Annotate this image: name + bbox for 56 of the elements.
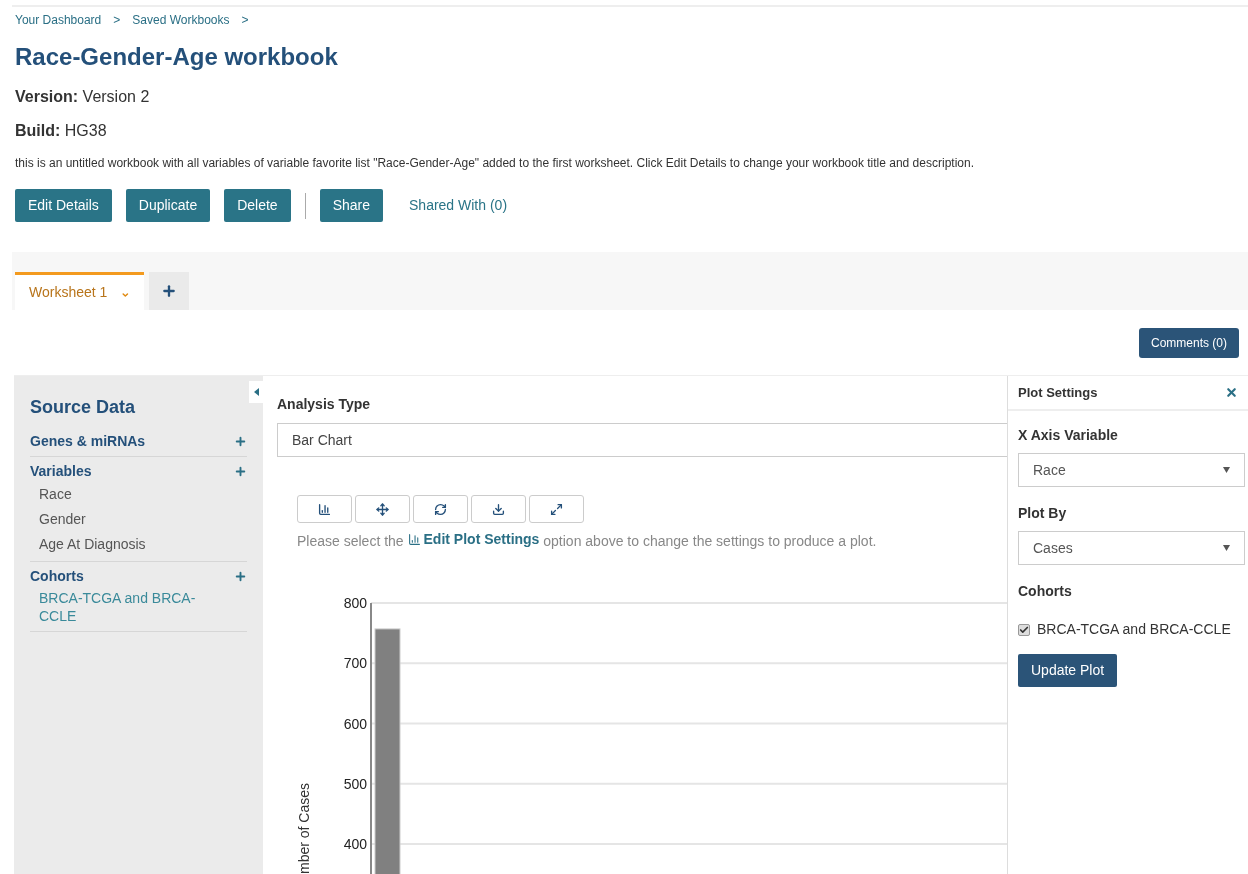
analysis-type-field[interactable]: Bar Chart [277,423,1007,457]
source-item[interactable]: Age At Diagnosis [30,532,247,557]
move-icon[interactable] [355,495,410,523]
add-tab-button[interactable] [149,272,189,310]
plus-icon [161,283,177,299]
workbook-title: Race-Gender-Age workbook [15,42,339,72]
add-icon[interactable] [234,570,247,583]
worksheet-tab[interactable]: Worksheet 1 [15,272,144,310]
plot-hint: Please select the Edit Plot Settings option above to change the settings to produce a plot. [297,529,878,552]
panel-title: Source Data [30,396,137,419]
meta-line: Build: HG38 [15,121,108,141]
close-icon[interactable] [1225,386,1238,399]
workbook-description: this is an untitled workbook with all variables of variable favorite list "Race-Gender-Age" added to the first worksheet. Click Edit Details to change your workbook title and description. [15,155,975,172]
breadcrumb-link[interactable]: Your Dashboard [15,11,102,29]
field-label: Cohorts [1018,582,1073,601]
breadcrumb-separator: > [241,12,249,29]
download-icon[interactable] [471,495,526,523]
breadcrumb-link[interactable]: Saved Workbooks [132,11,230,29]
y-axis-label: mber of Cases [296,782,312,874]
field-label: Analysis Type [277,395,372,414]
x-axis-select[interactable]: Race [1018,453,1245,487]
source-item[interactable]: Gender [30,507,247,532]
cohort-label: BRCA-TCGA and BRCA-CCLE [1037,620,1231,639]
y-tick-label: 600 [343,715,367,732]
edit-plot-settings-link[interactable]: Edit Plot Settings [407,529,540,550]
meta-line: Version: Version 2 [15,87,151,107]
action-button[interactable]: Share [319,189,383,222]
source-item[interactable]: Race [30,482,247,507]
cohort-checkbox[interactable] [1018,623,1030,636]
add-icon[interactable] [234,465,247,478]
bar-chart-icon [407,533,421,546]
update-plot-button[interactable]: Update Plot [1018,654,1118,687]
y-tick-label: 400 [343,836,367,853]
comments-button[interactable]: Comments (0) [1139,327,1239,358]
source-item[interactable]: BRCA-TCGA and BRCA-CCLE [30,587,247,627]
shared-with-link[interactable]: Shared With (0) [409,195,508,216]
breadcrumb-separator: > [113,12,121,29]
collapse-caret-icon[interactable] [253,388,259,396]
section-title: Cohorts [30,567,84,586]
section-title: Genes & miRNAs [30,432,146,451]
field-label: Plot By [1018,504,1068,523]
action-button[interactable]: Delete [224,189,291,222]
y-tick-label: 500 [343,775,367,792]
plot-settings-title: Plot Settings [1018,383,1098,402]
action-button[interactable]: Duplicate [125,189,211,222]
add-icon[interactable] [234,435,247,448]
refresh-icon[interactable] [413,495,468,523]
bar-chart-icon[interactable] [297,495,352,523]
plot-by-select[interactable]: Cases [1018,531,1245,565]
field-label: X Axis Variable [1018,426,1119,445]
dropdown-arrow-icon [1223,467,1230,473]
section-title: Variables [30,462,92,481]
y-tick-label: 800 [343,595,367,611]
y-tick-label: 700 [343,655,367,672]
dropdown-arrow-icon [1223,545,1230,551]
action-button[interactable]: Edit Details [15,189,112,222]
